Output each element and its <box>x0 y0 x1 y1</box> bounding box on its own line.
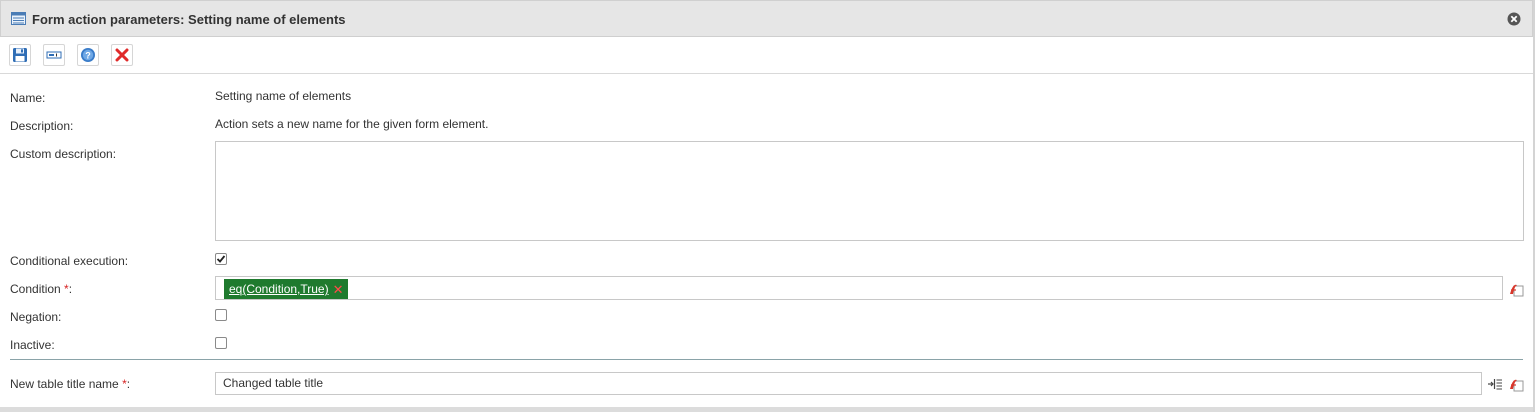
help-button[interactable]: ? <box>77 44 99 66</box>
custom-description-label: Custom description: <box>10 147 117 161</box>
description-label: Description: <box>10 119 74 133</box>
negation-label: Negation: <box>10 310 62 324</box>
new-table-title-input[interactable]: Changed table title <box>215 372 1482 395</box>
save-button[interactable] <box>9 44 31 66</box>
new-table-title-label: New table title name *: <box>10 377 130 391</box>
cancel-button[interactable] <box>111 44 133 66</box>
text-field-icon <box>46 51 62 59</box>
new-table-title-label-colon: : <box>126 377 131 391</box>
conditional-execution-label: Conditional execution: <box>10 254 129 268</box>
section-divider <box>10 359 1523 360</box>
remove-token-icon[interactable]: ✕ <box>333 283 344 296</box>
name-label: Name: <box>10 91 46 105</box>
description-value: Action sets a new name for the given for… <box>215 117 489 131</box>
condition-token-text[interactable]: eq(Condition,True) <box>229 282 329 296</box>
floppy-disk-icon <box>13 48 27 62</box>
condition-label-colon: : <box>68 282 73 296</box>
custom-description-textarea[interactable] <box>215 141 1524 241</box>
inactive-label: Inactive: <box>10 338 55 352</box>
condition-label: Condition *: <box>10 282 72 296</box>
red-x-icon <box>115 48 129 62</box>
new-table-title-label-text: New table title name <box>10 377 119 391</box>
inactive-checkbox[interactable] <box>215 337 227 349</box>
svg-text:?: ? <box>85 51 91 61</box>
insert-variable-icon[interactable] <box>1487 376 1503 392</box>
negation-checkbox[interactable] <box>215 309 227 321</box>
expression-editor-icon[interactable] <box>1508 376 1524 392</box>
question-circle-icon: ? <box>81 48 95 62</box>
condition-label-text: Condition <box>10 282 61 296</box>
window-title: Form action parameters: Setting name of … <box>32 12 346 27</box>
close-circle-icon[interactable] <box>1507 12 1521 26</box>
window-titlebar: Form action parameters: Setting name of … <box>0 0 1533 37</box>
name-value: Setting name of elements <box>215 89 352 103</box>
form-table-icon <box>11 12 26 25</box>
condition-token[interactable]: eq(Condition,True) ✕ <box>224 279 348 299</box>
checkmark-icon <box>216 255 226 263</box>
text-field-button[interactable] <box>43 44 65 66</box>
toolbar: ? <box>0 37 1533 74</box>
condition-field[interactable]: eq(Condition,True) ✕ <box>215 276 1503 300</box>
expression-editor-icon[interactable] <box>1508 281 1524 297</box>
conditional-execution-checkbox[interactable] <box>215 253 227 265</box>
window-bottom-edge <box>0 407 1535 412</box>
